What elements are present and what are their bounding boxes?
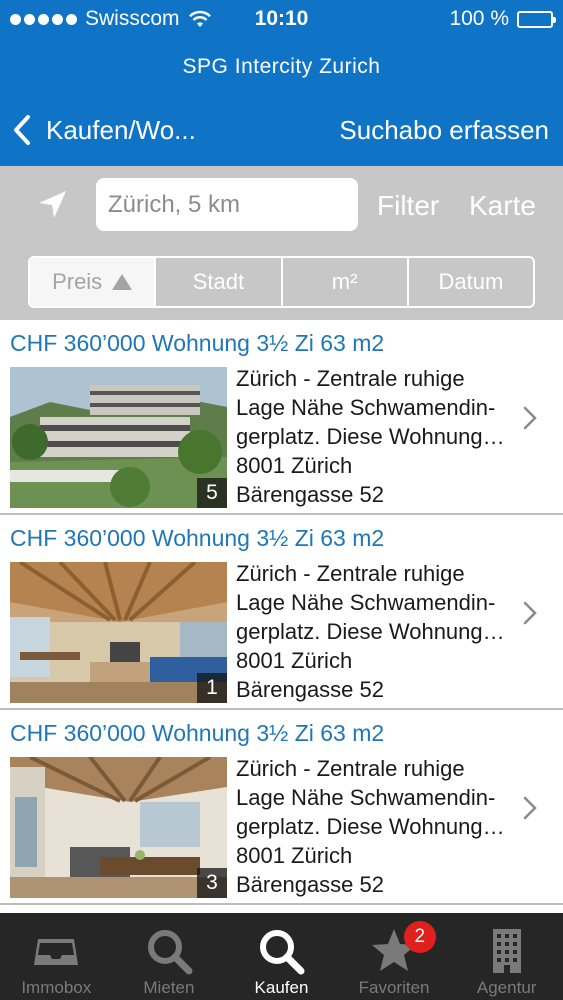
listing-desc-line: Lage Nähe Schwamendin- — [236, 785, 496, 810]
filter-button[interactable]: Filter — [377, 190, 439, 222]
app-title: SPG Intercity Zurich — [182, 55, 381, 78]
sort-tab-date[interactable]: Datum — [406, 258, 533, 306]
listing-title: CHF 360’000 Wohnung 3½ Zi 63 m2 — [10, 330, 385, 356]
navigation-bar: Kaufen/Wo... Suchabo erfassen — [0, 108, 563, 152]
create-search-subscription-button[interactable]: Suchabo erfassen — [339, 108, 549, 152]
sort-tab-label: Stadt — [192, 269, 245, 294]
photo-count-badge: 1 — [197, 673, 227, 703]
listing-photo: 1 — [10, 562, 227, 703]
listing-street: Bärengasse 52 — [236, 482, 384, 507]
building-icon — [492, 929, 521, 973]
listing-description: Zürich - Zentrale ruhige Lage Nähe Schwa… — [236, 559, 526, 704]
location-arrow-icon[interactable] — [36, 188, 70, 222]
listing-item[interactable]: CHF 360’000 Wohnung 3½ Zi 63 m2 5 Zürich… — [0, 320, 563, 515]
tab-favoriten[interactable]: 2 Favoriten — [338, 913, 451, 1000]
back-label: Kaufen/Wo... — [46, 114, 196, 145]
listing-desc-line: Lage Nähe Schwamendin- — [236, 395, 496, 420]
listing-zip-city: 8001 Zürich — [236, 453, 353, 478]
sort-segmented-control: Preis Stadt m² Datum — [28, 256, 535, 308]
listing-list: CHF 360’000 Wohnung 3½ Zi 63 m2 5 Zürich… — [0, 320, 563, 913]
battery-percent: 100 % — [449, 7, 509, 30]
listing-desc-line: Lage Nähe Schwamendin- — [236, 590, 496, 615]
tab-label: Kaufen — [254, 978, 309, 997]
tab-mieten[interactable]: Mieten — [113, 913, 226, 1000]
listing-desc-line: Zürich - Zentrale ruhige — [236, 756, 465, 781]
photo-count-badge: 5 — [197, 478, 227, 508]
status-bar: Swisscom 10:10 100 % — [0, 0, 563, 38]
chevron-left-icon — [14, 115, 30, 145]
chevron-right-icon — [523, 406, 537, 430]
sort-tab-area[interactable]: m² — [280, 258, 407, 306]
sort-tab-label: m² — [331, 269, 358, 294]
listing-item[interactable]: CHF 360’000 Wohnung 3½ Zi 63 m2 3 Zürich… — [0, 710, 563, 905]
listing-title: CHF 360’000 Wohnung 3½ Zi 63 m2 — [10, 720, 385, 746]
location-search-input[interactable] — [96, 178, 358, 231]
sort-tab-label: Preis — [52, 269, 103, 294]
listing-desc-line: gerplatz. Diese Wohnung… — [236, 814, 505, 839]
listing-zip-city: 8001 Zürich — [236, 648, 353, 673]
tab-label: Favoriten — [358, 978, 430, 997]
listing-desc-line: gerplatz. Diese Wohnung… — [236, 424, 505, 449]
search-icon — [260, 930, 305, 975]
listing-photo: 3 — [10, 757, 227, 898]
listing-street: Bärengasse 52 — [236, 872, 384, 897]
battery-icon — [517, 10, 556, 28]
search-icon — [147, 930, 193, 975]
chevron-right-icon — [523, 796, 537, 820]
tab-label: Agentur — [476, 978, 537, 997]
battery-status: 100 % — [449, 7, 556, 31]
bottom-tab-bar: Immobox Mieten Kaufen 2 Favoriten Agentu… — [0, 913, 563, 1000]
sort-tab-label: Datum — [438, 269, 504, 294]
back-button[interactable]: Kaufen/Wo... — [12, 108, 196, 152]
chevron-right-icon — [523, 601, 537, 625]
listing-description: Zürich - Zentrale ruhige Lage Nähe Schwa… — [236, 754, 526, 899]
listing-desc-line: gerplatz. Diese Wohnung… — [236, 619, 505, 644]
tab-agentur[interactable]: Agentur — [450, 913, 563, 1000]
listing-item[interactable]: CHF 360’000 Wohnung 3½ Zi 63 m2 1 Zürich… — [0, 515, 563, 710]
tab-label: Immobox — [21, 978, 92, 997]
sort-ascending-icon — [112, 274, 133, 290]
tab-kaufen[interactable]: Kaufen — [225, 913, 338, 1000]
inbox-icon — [34, 939, 79, 965]
favorites-count-badge: 2 — [403, 921, 436, 953]
search-toolbar: Filter Karte Preis Stadt m² Datum — [0, 166, 563, 320]
photo-count-badge: 3 — [197, 868, 227, 898]
listing-desc-line: Zürich - Zentrale ruhige — [236, 366, 465, 391]
listing-title: CHF 360’000 Wohnung 3½ Zi 63 m2 — [10, 525, 385, 551]
listing-description: Zürich - Zentrale ruhige Lage Nähe Schwa… — [236, 364, 526, 509]
tab-label: Mieten — [143, 978, 195, 997]
app-header: Swisscom 10:10 100 % SPG Intercity Zuric… — [0, 0, 563, 166]
listing-photo: 5 — [10, 367, 227, 508]
listing-desc-line: Zürich - Zentrale ruhige — [236, 561, 465, 586]
map-button[interactable]: Karte — [469, 190, 536, 222]
sort-tab-price[interactable]: Preis — [30, 258, 155, 306]
listing-street: Bärengasse 52 — [236, 677, 384, 702]
sort-tab-city[interactable]: Stadt — [154, 258, 280, 306]
tab-immobox[interactable]: Immobox — [0, 913, 113, 1000]
listing-zip-city: 8001 Zürich — [236, 843, 353, 868]
